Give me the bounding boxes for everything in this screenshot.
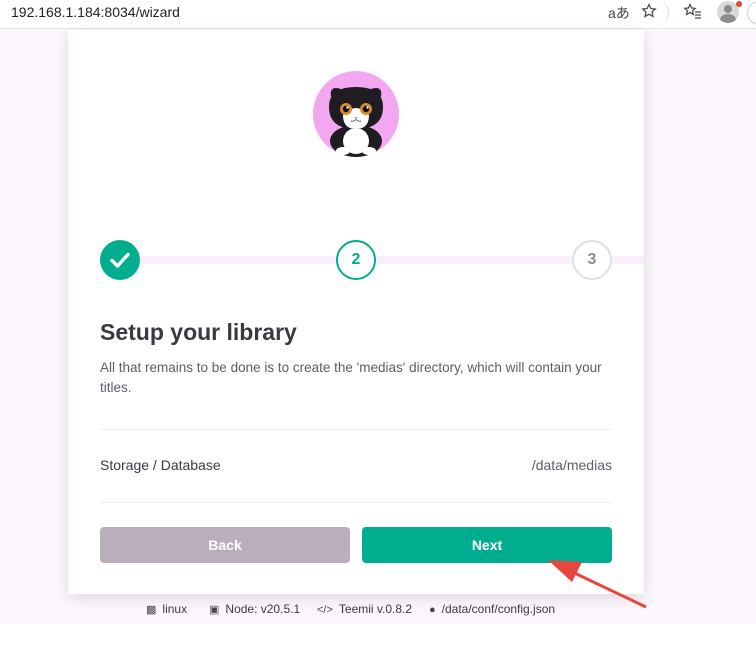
profile-ring[interactable] xyxy=(747,1,756,25)
back-button[interactable]: Back xyxy=(100,527,350,563)
config-path-text: /data/conf/config.json xyxy=(441,602,556,616)
config-path-info: ● /data/conf/config.json xyxy=(429,602,555,616)
app-version-info: </> Teemii v.0.8.2 xyxy=(317,602,412,616)
step-1-completed xyxy=(100,240,140,280)
browser-toolbar: 192.168.1.184:8034/wizard aあ xyxy=(0,0,756,29)
storage-label: Storage / Database xyxy=(100,457,221,473)
location-pin-icon: ● xyxy=(429,604,436,616)
next-button[interactable]: Next xyxy=(362,527,612,563)
teemii-cat-logo xyxy=(313,71,399,157)
app-version-text: Teemii v.0.8.2 xyxy=(338,602,413,616)
notification-dot xyxy=(736,1,742,7)
address-bar[interactable]: 192.168.1.184:8034/wizard xyxy=(11,4,180,20)
code-icon: </> xyxy=(317,604,333,616)
os-text: linux xyxy=(162,602,188,616)
read-aloud-icon[interactable]: aあ xyxy=(608,3,630,23)
step-2-active: 2 xyxy=(336,240,376,280)
chip-icon: ▣ xyxy=(209,604,220,616)
terminal-icon: ▩ xyxy=(146,604,157,616)
divider-top xyxy=(100,429,612,430)
checkmark-icon xyxy=(110,252,130,268)
step-3-pending: 3 xyxy=(572,240,612,280)
favorites-list-icon[interactable] xyxy=(683,3,702,22)
node-version-text: Node: v20.5.1 xyxy=(225,602,301,616)
favorite-star-icon[interactable] xyxy=(641,3,657,22)
divider-bottom xyxy=(100,502,612,503)
wizard-card: 2 3 Setup your library All that remains … xyxy=(68,30,644,594)
page-title: Setup your library xyxy=(100,319,297,345)
storage-path-value: /data/medias xyxy=(531,457,612,473)
stepper-track xyxy=(108,256,644,264)
system-info-footer: ▩ linux ▣ Node: v20.5.1 </> Teemii v.0.8.2 … xyxy=(0,602,756,618)
node-info: ▣ Node: v20.5.1 xyxy=(209,602,300,616)
os-info: ▩ linux xyxy=(146,602,187,616)
setup-description: All that remains to be done is to create… xyxy=(100,360,602,395)
